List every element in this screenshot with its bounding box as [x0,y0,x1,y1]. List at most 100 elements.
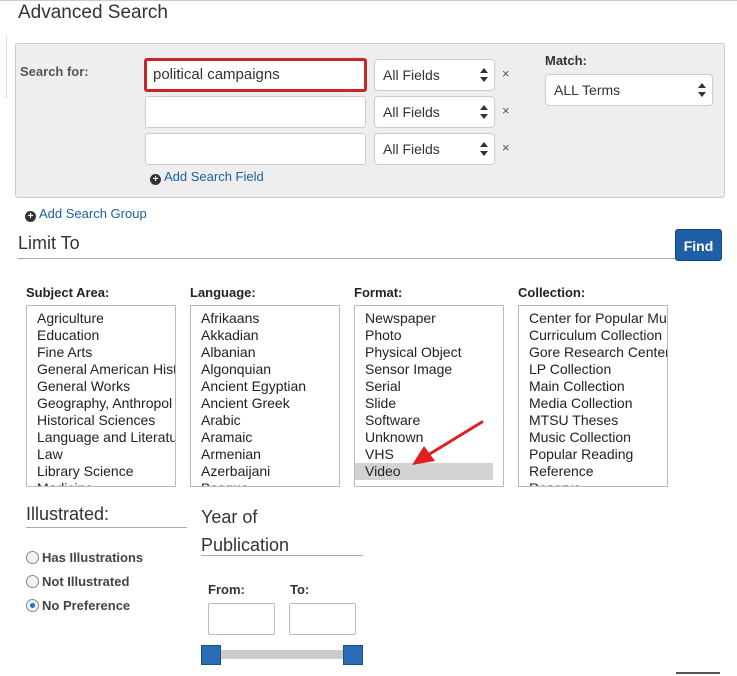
language-list[interactable]: Afrikaans Akkadian Albanian Algonquian Ancie… [190,305,340,487]
radio-label: No Preference [42,598,131,613]
field-select-2[interactable]: All Fields [374,96,495,128]
left-edge-panel [0,36,7,98]
list-option[interactable]: Center for Popular Mu [519,310,667,327]
list-option[interactable]: General American Hist [27,361,175,378]
list-option[interactable]: MTSU Theses [519,412,667,429]
search-input-1[interactable]: political campaigns [144,58,367,92]
list-option[interactable]: Algonquian [191,361,339,378]
field-select-3[interactable]: All Fields [374,133,495,165]
illustrated-heading: Illustrated: [26,504,110,524]
list-option[interactable]: Armenian [191,446,339,463]
radio-not-illustrated[interactable]: Not Illustrated [26,573,129,591]
list-option[interactable]: Agriculture [27,310,175,327]
radio-circle-checked-icon [26,599,39,612]
add-search-field-label: Add Search Field [164,169,264,184]
select-arrows-icon [480,142,488,156]
match-label: Match: [545,53,587,68]
list-option[interactable]: Reserve [519,480,667,486]
match-select-value: ALL Terms [554,82,621,98]
red-arrow-annotation [412,420,484,465]
list-option[interactable]: Photo [355,327,503,344]
search-input-2[interactable] [145,96,366,128]
list-option[interactable]: LP Collection [519,361,667,378]
list-option[interactable]: General Works [27,378,175,395]
page-title: Advanced Search [18,2,168,23]
select-arrows-icon [698,83,706,97]
list-option[interactable]: Historical Sciences [27,412,175,429]
limit-divider [18,258,675,259]
list-option[interactable]: Fine Arts [27,344,175,361]
list-option[interactable]: Albanian [191,344,339,361]
field-select-1[interactable]: All Fields [374,59,495,91]
list-option[interactable]: Medicine [27,480,175,486]
year-heading-line1: Year of [201,507,258,527]
field-select-1-value: All Fields [383,67,440,83]
year-range-max-handle[interactable] [343,645,363,665]
year-from-input[interactable] [208,603,275,635]
list-option[interactable]: Aramaic [191,429,339,446]
remove-row-2-icon[interactable]: × [502,103,510,118]
list-option[interactable]: Law [27,446,175,463]
list-option[interactable]: Language and Literatu [27,429,175,446]
year-to-input[interactable] [289,603,356,635]
collection-list[interactable]: Center for Popular Mu Curriculum Collecti… [518,305,668,487]
remove-row-3-icon[interactable]: × [502,140,510,155]
year-range-min-handle[interactable] [201,645,221,665]
list-option[interactable]: Physical Object [355,344,503,361]
search-for-label: Search for: [20,64,89,79]
list-option[interactable]: Reference [519,463,667,480]
list-option[interactable]: Education [27,327,175,344]
year-range-track[interactable] [210,650,360,659]
list-option[interactable]: Afrikaans [191,310,339,327]
search-panel [15,43,725,198]
bottom-edge-fragment [676,672,720,674]
radio-has-illustrations[interactable]: Has Illustrations [26,549,143,567]
list-option[interactable]: Music Collection [519,429,667,446]
list-option[interactable]: Main Collection [519,378,667,395]
radio-label: Not Illustrated [42,574,130,589]
list-option[interactable]: Serial [355,378,503,395]
search-input-3[interactable] [145,133,366,165]
language-label: Language: [190,285,256,300]
year-heading: Year of Publication [201,503,289,559]
field-select-3-value: All Fields [383,141,440,157]
plus-circle-icon: + [150,174,161,185]
list-option[interactable]: Gore Research Center [519,344,667,361]
find-button[interactable]: Find [675,229,722,261]
add-search-group-link[interactable]: + Add Search Group [25,206,147,222]
list-option[interactable]: Basque [191,480,339,486]
add-search-group-label: Add Search Group [39,206,147,221]
list-option[interactable]: Ancient Greek [191,395,339,412]
list-option[interactable]: Arabic [191,412,339,429]
match-select[interactable]: ALL Terms [545,74,713,106]
list-option[interactable]: Media Collection [519,395,667,412]
list-option[interactable]: Akkadian [191,327,339,344]
list-option[interactable]: Ancient Egyptian [191,378,339,395]
year-divider [201,555,363,556]
illustrated-divider [26,527,187,528]
list-option[interactable]: Sensor Image [355,361,503,378]
list-option[interactable]: Slide [355,395,503,412]
subject-area-label: Subject Area: [26,285,110,300]
radio-label: Has Illustrations [42,550,144,565]
top-divider [0,0,737,1]
list-option[interactable]: Curriculum Collection [519,327,667,344]
select-arrows-icon [480,105,488,119]
list-option[interactable]: Azerbaijani [191,463,339,480]
list-option[interactable]: Popular Reading [519,446,667,463]
list-option[interactable]: Library Science [27,463,175,480]
radio-circle-icon [26,551,39,564]
from-label: From: [208,582,245,597]
limit-to-heading: Limit To [18,233,80,253]
plus-circle-icon: + [25,211,36,222]
to-label: To: [290,582,310,597]
radio-circle-icon [26,575,39,588]
subject-area-list[interactable]: Agriculture Education Fine Arts General Ame… [26,305,176,487]
remove-row-1-icon[interactable]: × [502,66,510,81]
list-option[interactable]: Newspaper [355,310,503,327]
radio-no-preference[interactable]: No Preference [26,597,130,615]
format-label: Format: [354,285,403,300]
collection-label: Collection: [518,285,586,300]
add-search-field-link[interactable]: + Add Search Field [150,169,264,185]
list-option[interactable]: Geography, Anthropol [27,395,175,412]
